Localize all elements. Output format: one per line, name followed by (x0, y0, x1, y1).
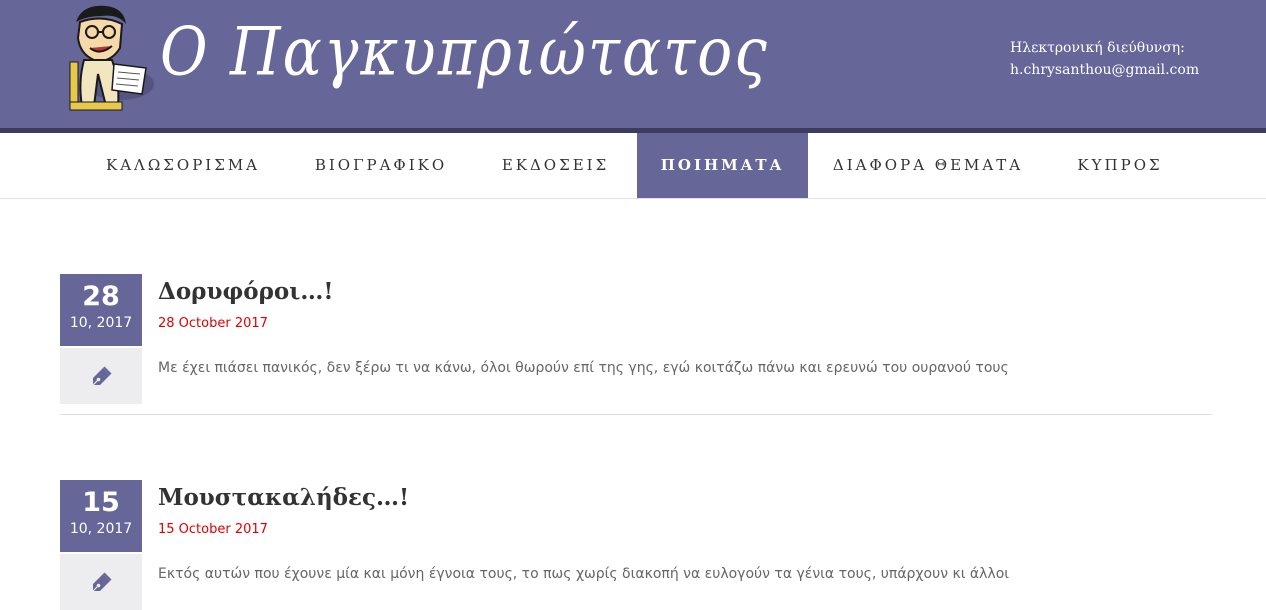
contact-email[interactable]: h.chrysanthou@gmail.com (1010, 59, 1199, 81)
nav-item-welcome[interactable]: ΚΑΛΩΣΟΡΙΣΜΑ (78, 133, 288, 198)
post-day: 28 (82, 281, 120, 312)
pen-icon (92, 366, 112, 386)
main-nav: ΚΑΛΩΣΟΡΙΣΜΑ ΒΙΟΓΡΑΦΙΚΟ ΕΚΔΟΣΕΙΣ ΠΟΙΗΜΑΤΑ… (0, 133, 1266, 199)
post-date: 15 October 2017 (158, 522, 268, 537)
contact-label: Ηλεκτρονική διεύθυνση: (1010, 40, 1185, 56)
post-format-box (60, 348, 142, 404)
nav-item-poems[interactable]: ΠΟΙΗΜΑΤΑ (637, 133, 808, 198)
post-format-box (60, 554, 142, 610)
pen-icon (92, 572, 112, 592)
caricature-logo-icon[interactable] (62, 2, 160, 114)
post-month-year: 10, 2017 (69, 315, 133, 331)
post-excerpt: Εκτός αυτών που έχουνε μία και μόνη έγνο… (158, 566, 1010, 582)
post-item: 15 10, 2017 Μουστακαλήδες…! 15 October 2… (60, 480, 1212, 610)
nav-item-biography[interactable]: ΒΙΟΓΡΑΦΙΚΟ (288, 133, 474, 198)
post-title[interactable]: Μουστακαλήδες…! (158, 484, 409, 511)
post-title[interactable]: Δορυφόροι…! (158, 278, 333, 305)
post-item: 28 10, 2017 Δορυφόροι…! 28 October 2017 … (60, 274, 1212, 416)
post-excerpt: Με έχει πιάσει πανικός, δεν ξέρω τι να κ… (158, 360, 1009, 376)
nav-item-publications[interactable]: ΕΚΔΟΣΕΙΣ (474, 133, 637, 198)
site-header: Ο Παγκυπριώτατος Ηλεκτρονική διεύθυνση: … (0, 0, 1266, 128)
post-day: 15 (82, 487, 120, 518)
nav-item-various-topics[interactable]: ΔΙΑΦΟΡΑ ΘΕΜΑΤΑ (808, 133, 1048, 198)
post-month-year: 10, 2017 (69, 521, 133, 537)
post-date-box: 28 10, 2017 (60, 274, 142, 346)
nav-item-cyprus[interactable]: ΚΥΠΡΟΣ (1048, 133, 1192, 198)
site-logo-text[interactable]: Ο Παγκυπριώτατος (160, 18, 769, 85)
post-divider (60, 414, 1212, 415)
post-date-box: 15 10, 2017 (60, 480, 142, 552)
post-date: 28 October 2017 (158, 316, 268, 331)
contact-info: Ηλεκτρονική διεύθυνση: h.chrysanthou@gma… (1010, 37, 1199, 81)
